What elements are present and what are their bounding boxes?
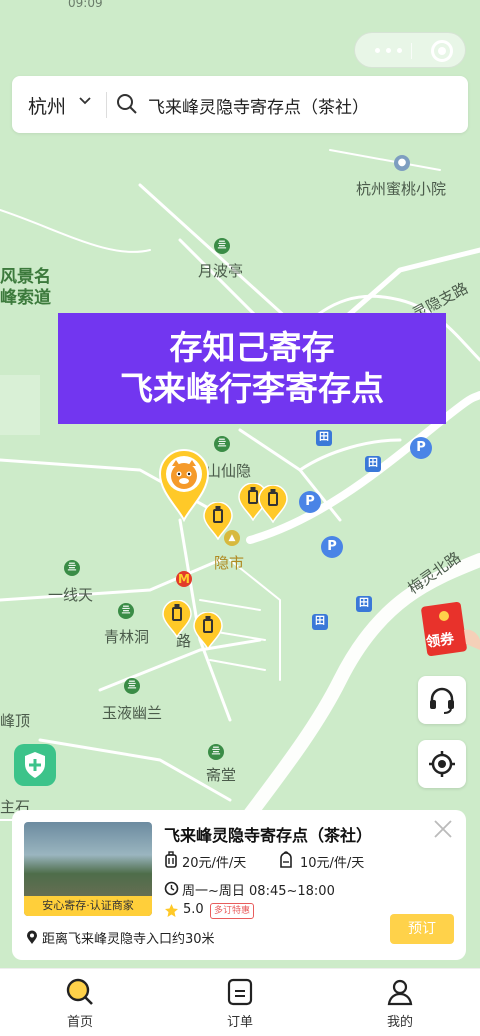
store-card[interactable]: 安心寄存·认证商家 飞来峰灵隐寺寄存点（茶社） 20元/件/天 10元/件/天 … [12, 810, 466, 960]
mini-program-capsule[interactable] [354, 32, 466, 68]
map-label-yixiantian: 一线天 [48, 586, 94, 604]
clock-icon [164, 881, 179, 896]
parking-icon: P [410, 437, 432, 459]
close-icon[interactable] [432, 818, 454, 840]
poi-icon: 亖 [64, 560, 80, 576]
suitcase-icon [165, 851, 177, 868]
search-divider [106, 92, 107, 118]
map-label-yinshi: 隐市 [214, 554, 245, 572]
location-pin-icon [27, 930, 37, 944]
luggage-marker[interactable] [193, 612, 223, 650]
tab-profile-label: 我的 [386, 1015, 413, 1030]
status-bar: 09:09 [0, 0, 480, 14]
tab-home[interactable]: 首页 [40, 977, 120, 1030]
map-label-zhaitang: 斋堂 [206, 766, 237, 784]
search-icon [117, 94, 137, 114]
poi-icon: 亖 [214, 238, 230, 254]
coupon-button[interactable]: 领券 [420, 600, 480, 658]
banner-line-1: 存知己寄存 [169, 328, 335, 367]
luggage-marker[interactable] [162, 600, 192, 638]
price-large-luggage: 20元/件/天 [182, 856, 247, 871]
map-label-yuebo: 月波亭 [198, 262, 244, 280]
capsule-divider [411, 43, 412, 59]
store-badge: 安心寄存·认证商家 [24, 896, 152, 916]
star-icon [165, 904, 178, 917]
bus-stop-icon: 田 [365, 456, 381, 472]
more-icon[interactable] [373, 43, 407, 57]
status-time: 09:09 [68, 0, 103, 10]
store-rating: 5.0 [183, 902, 204, 917]
distance-info: 距离飞来峰灵隐寺入口约30米 [42, 932, 215, 947]
poi-icon: 亖 [124, 678, 140, 694]
poi-icon: 亖 [118, 603, 134, 619]
city-selector[interactable]: 杭州 [28, 92, 66, 119]
safety-shield-button[interactable] [14, 744, 56, 786]
map-label-qinglindong: 青林洞 [104, 628, 150, 646]
parking-icon: P [321, 536, 343, 558]
bus-stop-icon: 田 [356, 596, 372, 612]
banner-line-2: 飞来峰行李寄存点 [120, 369, 384, 408]
bus-stop-icon: 田 [312, 614, 328, 630]
book-button[interactable]: 预订 [390, 914, 454, 944]
shield-plus-icon [25, 752, 45, 778]
restaurant-icon: M [176, 571, 192, 587]
business-hours: 周一~周日 08:45~18:00 [182, 884, 335, 899]
parking-icon: P [299, 491, 321, 513]
store-image: 安心寄存·认证商家 [24, 822, 152, 916]
discount-tag: 多订特惠 [210, 903, 255, 919]
coupon-label: 领券 [425, 631, 456, 651]
headset-icon [430, 687, 454, 714]
profile-icon [387, 979, 413, 1006]
map-label-scenic-2: 峰索道 [0, 288, 51, 308]
chevron-down-icon[interactable] [78, 94, 92, 108]
school-icon: ● [394, 155, 410, 171]
luggage-marker[interactable] [258, 485, 288, 523]
poi-icon: 亖 [208, 744, 224, 760]
customer-service-button[interactable] [418, 676, 466, 724]
search-icon [66, 978, 93, 1005]
tab-orders[interactable]: 订单 [200, 977, 280, 1030]
tab-profile[interactable]: 我的 [360, 977, 440, 1030]
store-name[interactable]: 飞来峰灵隐寺寄存点（茶社） [164, 822, 372, 846]
map-label-yuyeyoulan: 玉液幽兰 [102, 704, 163, 722]
bus-stop-icon: 田 [316, 430, 332, 446]
bottom-tab-bar: 首页 订单 我的 [0, 968, 480, 1036]
backpack-icon [280, 851, 292, 868]
locate-icon [429, 751, 455, 777]
tab-home-label: 首页 [66, 1015, 93, 1030]
search-input[interactable]: 飞来峰灵隐寺寄存点（茶社） [148, 93, 369, 118]
map-label-fengding: 峰顶 [0, 712, 31, 730]
tab-orders-label: 订单 [226, 1015, 253, 1030]
search-bar[interactable]: 杭州 飞来峰灵隐寺寄存点（茶社） [12, 76, 468, 133]
map-label-school: 杭州蜜桃小院 [356, 180, 447, 198]
order-icon [227, 978, 253, 1006]
luggage-marker[interactable] [203, 502, 233, 540]
close-program-icon[interactable] [431, 40, 453, 62]
poi-icon: 亖 [214, 436, 230, 452]
promo-banner: 存知己寄存 飞来峰行李寄存点 [58, 313, 446, 424]
locate-button[interactable] [418, 740, 466, 788]
price-small-luggage: 10元/件/天 [300, 856, 365, 871]
map-label-shanxianyin: 山仙隐 [206, 462, 252, 480]
